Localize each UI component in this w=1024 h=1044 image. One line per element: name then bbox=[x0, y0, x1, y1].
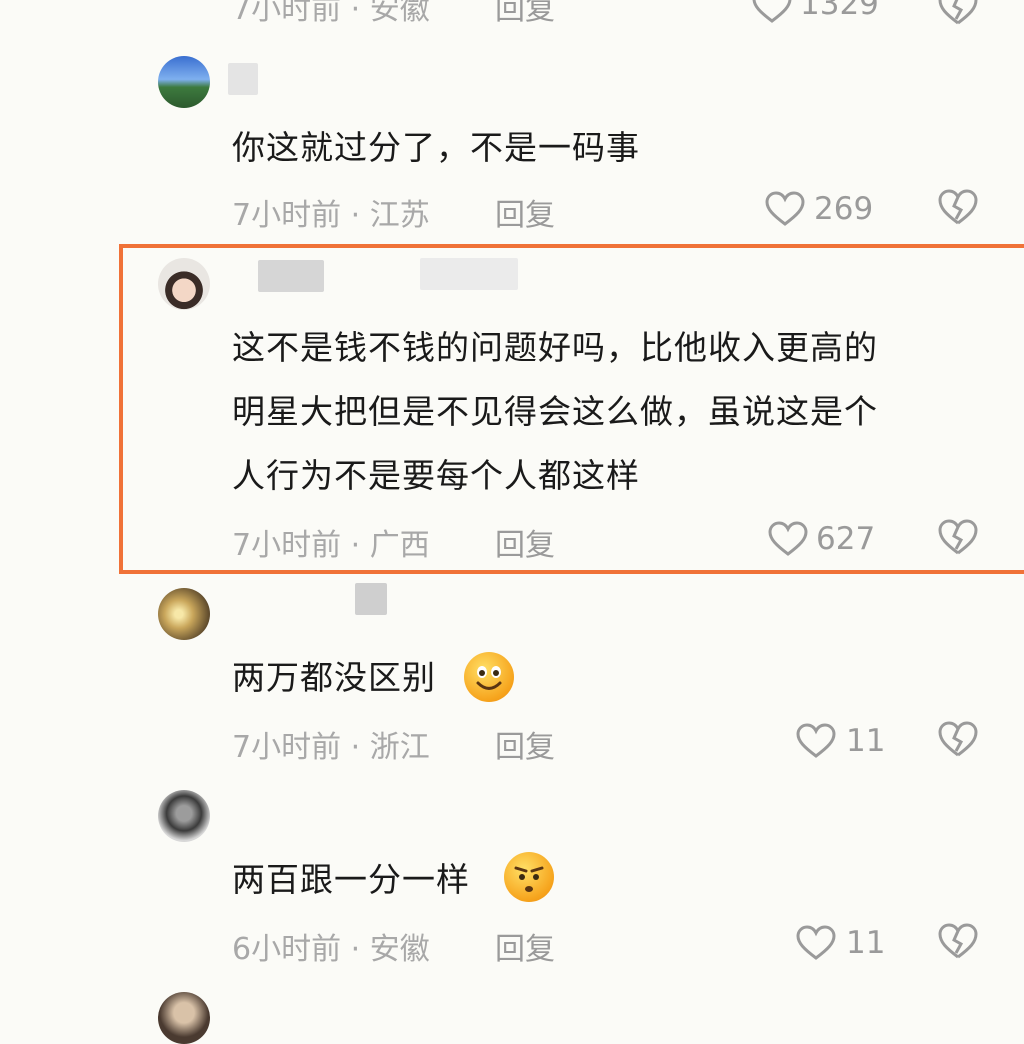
heart-icon[interactable] bbox=[768, 521, 808, 557]
reply-button[interactable]: 回复 bbox=[495, 190, 555, 234]
username-blurred[interactable] bbox=[355, 583, 387, 615]
heart-icon[interactable] bbox=[796, 925, 836, 961]
comment-line: 这不是钱不钱的问题好吗，比他收入更高的 bbox=[232, 328, 878, 367]
avatar[interactable] bbox=[158, 258, 210, 310]
comment-meta: 6小时前 · 安徽 bbox=[232, 932, 430, 967]
comment-text: 这不是钱不钱的问题好吗，比他收入更高的 明星大把但是不见得会这么做，虽说这是个 … bbox=[232, 316, 878, 508]
smiling-emoji-icon bbox=[464, 652, 514, 702]
comment-text: 你这就过分了，不是一码事 bbox=[232, 128, 640, 167]
username-blurred[interactable] bbox=[228, 63, 258, 95]
reply-button[interactable]: 回复 bbox=[495, 722, 555, 766]
avatar[interactable] bbox=[158, 588, 210, 640]
reply-button[interactable]: 回复 bbox=[495, 924, 555, 968]
broken-heart-icon[interactable] bbox=[938, 922, 978, 962]
avatar[interactable] bbox=[158, 790, 210, 842]
like-count: 269 bbox=[814, 191, 874, 227]
username-blurred[interactable] bbox=[258, 260, 324, 292]
like-count: 627 bbox=[816, 521, 876, 557]
heart-icon[interactable] bbox=[796, 723, 836, 759]
username-blurred bbox=[420, 258, 518, 290]
heart-icon[interactable] bbox=[752, 0, 792, 24]
comment-text: 两万都没区别 bbox=[232, 658, 436, 697]
like-count: 11 bbox=[846, 925, 886, 961]
thinking-emoji-icon bbox=[504, 852, 554, 902]
reply-button[interactable]: 回复 bbox=[495, 520, 555, 564]
reply-button[interactable]: 回复 bbox=[495, 0, 555, 28]
comment-meta: 7小时前 · 浙江 bbox=[232, 730, 430, 765]
broken-heart-icon[interactable] bbox=[938, 0, 978, 28]
broken-heart-icon[interactable] bbox=[938, 518, 978, 558]
comment-meta: 7小时前 · 安徽 bbox=[232, 0, 430, 27]
broken-heart-icon[interactable] bbox=[938, 188, 978, 228]
avatar[interactable] bbox=[158, 992, 210, 1044]
comment-text: 两百跟一分一样 bbox=[232, 860, 470, 899]
like-count: 1329 bbox=[800, 0, 879, 22]
comment-meta: 7小时前 · 江苏 bbox=[232, 198, 430, 233]
comment-line: 明星大把但是不见得会这么做，虽说这是个 bbox=[232, 392, 878, 431]
comment-line: 人行为不是要每个人都这样 bbox=[232, 456, 640, 495]
avatar[interactable] bbox=[158, 56, 210, 108]
like-count: 11 bbox=[846, 723, 886, 759]
comment-meta: 7小时前 · 广西 bbox=[232, 528, 430, 563]
broken-heart-icon[interactable] bbox=[938, 720, 978, 760]
heart-icon[interactable] bbox=[765, 191, 805, 227]
